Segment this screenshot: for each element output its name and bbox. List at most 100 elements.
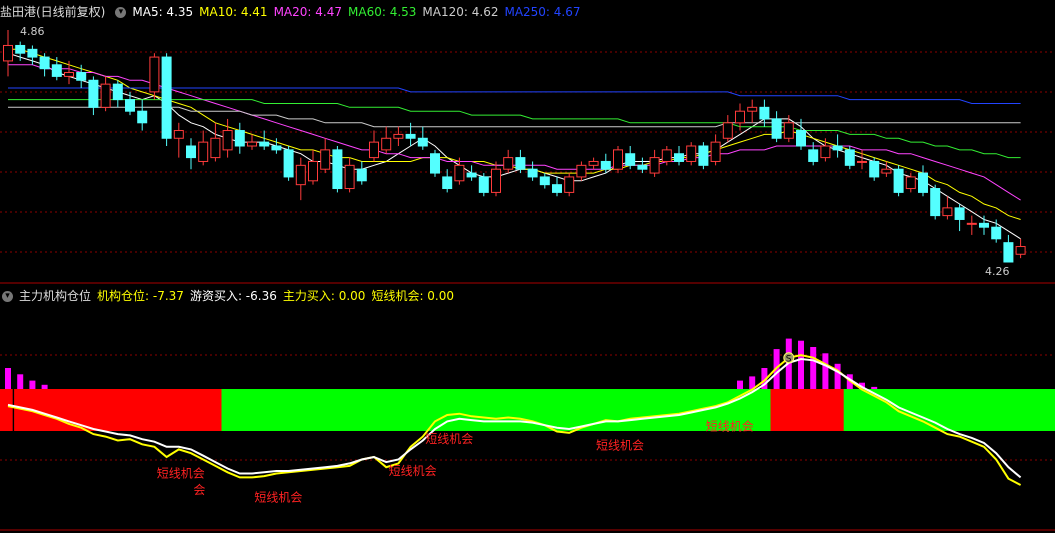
chevron-down-icon[interactable]: ▾	[2, 291, 13, 302]
band-segment-red	[148, 389, 161, 431]
band-segment-green	[965, 389, 979, 431]
candle-body	[735, 110, 745, 124]
annotation-short-term-opportunity: 短线机会	[706, 419, 754, 433]
candle-body	[308, 160, 318, 182]
candle-body	[637, 164, 648, 170]
candle-body	[747, 106, 758, 112]
candle-body	[27, 48, 38, 58]
band-segment-red	[87, 389, 100, 431]
candle-body	[515, 157, 526, 170]
ma-legend-item: MA20: 4.47	[273, 5, 342, 19]
band-segment-green	[843, 389, 857, 431]
candle-body	[125, 99, 135, 112]
band-segment-green	[526, 389, 540, 431]
price-high-label: 4.86	[20, 25, 45, 38]
band-segment-green	[477, 389, 491, 431]
annotation-short-term-opportunity: 短线机会	[254, 491, 302, 505]
band-segment-green	[221, 389, 235, 431]
band-segment-red	[160, 389, 174, 431]
candle-body	[466, 172, 477, 178]
ma-legend-item: MA10: 4.41	[199, 5, 268, 19]
band-segment-red	[807, 389, 820, 431]
candle-body	[173, 130, 184, 139]
candle-body	[576, 164, 587, 178]
indicator-legend-item: 主力买入: 0.00	[282, 289, 366, 303]
candle-body	[710, 141, 721, 162]
indicator-title: 主力机构仓位	[19, 289, 92, 303]
candle-body	[88, 79, 99, 108]
candle-body	[722, 122, 733, 139]
band-segment-green	[1014, 389, 1055, 431]
candle-body	[881, 168, 892, 174]
band-segment-green	[306, 389, 320, 431]
indicator-legend: 机构仓位: -7.37 游资买入: -6.36 主力买入: 0.00 短线机会: 0.…	[97, 289, 460, 303]
ma-legend-item: MA250: 4.67	[504, 5, 581, 19]
band-segment-green	[367, 389, 381, 431]
candle-body	[198, 141, 209, 162]
magenta-bar	[17, 374, 24, 389]
ma-line-ma120	[8, 106, 1021, 128]
band-segment-green	[245, 389, 259, 431]
candle-body	[979, 222, 989, 228]
band-segment-green	[428, 389, 442, 431]
band-segment-red	[197, 389, 210, 431]
band-segment-red	[782, 389, 796, 431]
candle-body	[417, 137, 428, 147]
band-segment-green	[599, 389, 613, 431]
price-panel-header: 盐田港(日线前复权) ▾ MA5: 4.35 MA10: 4.41 MA20: 4.47…	[0, 3, 593, 21]
candle-body	[222, 130, 233, 151]
band-segment-green	[233, 389, 247, 431]
candle-body	[674, 153, 684, 162]
band-segment-green	[502, 389, 515, 431]
candle-body	[503, 157, 514, 170]
candle-body	[3, 44, 13, 62]
ma-legend: MA5: 4.35 MA10: 4.41 MA20: 4.47 MA60: 4.53 M…	[132, 5, 586, 19]
magenta-bar	[834, 363, 841, 389]
candle-body	[259, 141, 270, 147]
candle-body	[869, 160, 880, 178]
candle-body	[844, 149, 855, 166]
annotation-short-term-opportunity: 短线机会	[596, 438, 644, 452]
candle-body	[393, 133, 404, 139]
band-segment-green	[282, 389, 296, 431]
band-segment-green	[648, 389, 662, 431]
band-segment-green	[392, 389, 405, 431]
band-segment-green	[294, 389, 308, 431]
candle-body	[698, 145, 709, 166]
candle-body	[405, 133, 416, 139]
band-segment-green	[636, 389, 649, 431]
ma-legend-item: MA60: 4.53	[348, 5, 417, 19]
candle-body	[112, 83, 123, 101]
candle-body	[283, 149, 294, 178]
band-segment-red	[99, 389, 113, 431]
candle-body	[234, 130, 245, 147]
band-segment-green	[404, 389, 418, 431]
candle-body	[320, 149, 331, 170]
candle-body	[478, 176, 489, 193]
ma-line-ma20	[8, 64, 1021, 201]
ma-legend-item: MA5: 4.35	[132, 5, 194, 19]
band-segment-green	[550, 389, 564, 431]
candle-body	[808, 149, 819, 162]
candle-body	[991, 226, 1002, 240]
candle-body	[137, 110, 148, 124]
indicator-legend-item: 短线机会: 0.00	[371, 289, 455, 303]
candle-body	[613, 149, 623, 170]
band-segment-green	[343, 389, 357, 431]
candle-body	[930, 188, 941, 217]
candle-body	[149, 56, 160, 93]
band-segment-green	[660, 389, 674, 431]
candle-body	[76, 72, 87, 81]
band-segment-red	[831, 389, 845, 431]
indicator-annotations: 短线机会会短线机会短线机会短线机会 短线机会短线机会	[157, 419, 754, 504]
band-segment-green	[672, 389, 686, 431]
candle-body	[661, 149, 672, 162]
band-segment-green	[514, 389, 527, 431]
candle-body	[271, 145, 282, 151]
candle-body	[186, 145, 196, 159]
candle-body	[491, 168, 501, 193]
band-segment-green	[563, 389, 576, 431]
candle-body	[893, 168, 904, 193]
chevron-down-icon[interactable]: ▾	[115, 7, 127, 18]
magenta-bar	[871, 386, 878, 389]
